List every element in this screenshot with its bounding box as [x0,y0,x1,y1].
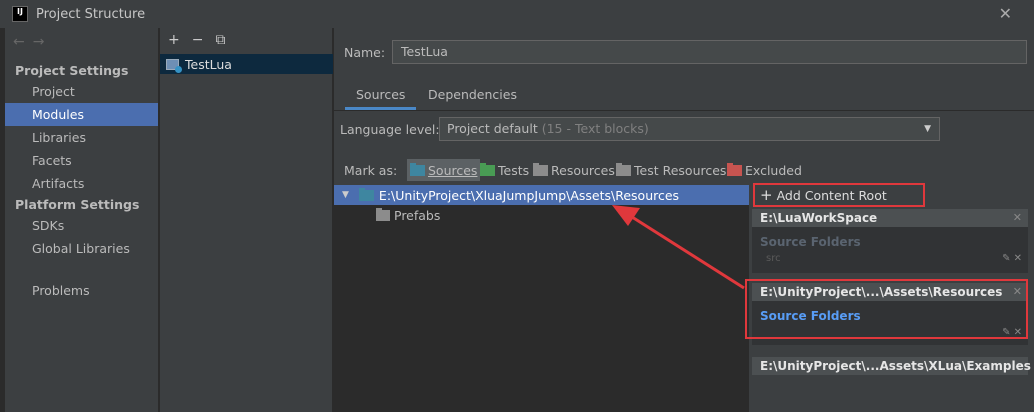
annotation-arrow [612,205,745,290]
